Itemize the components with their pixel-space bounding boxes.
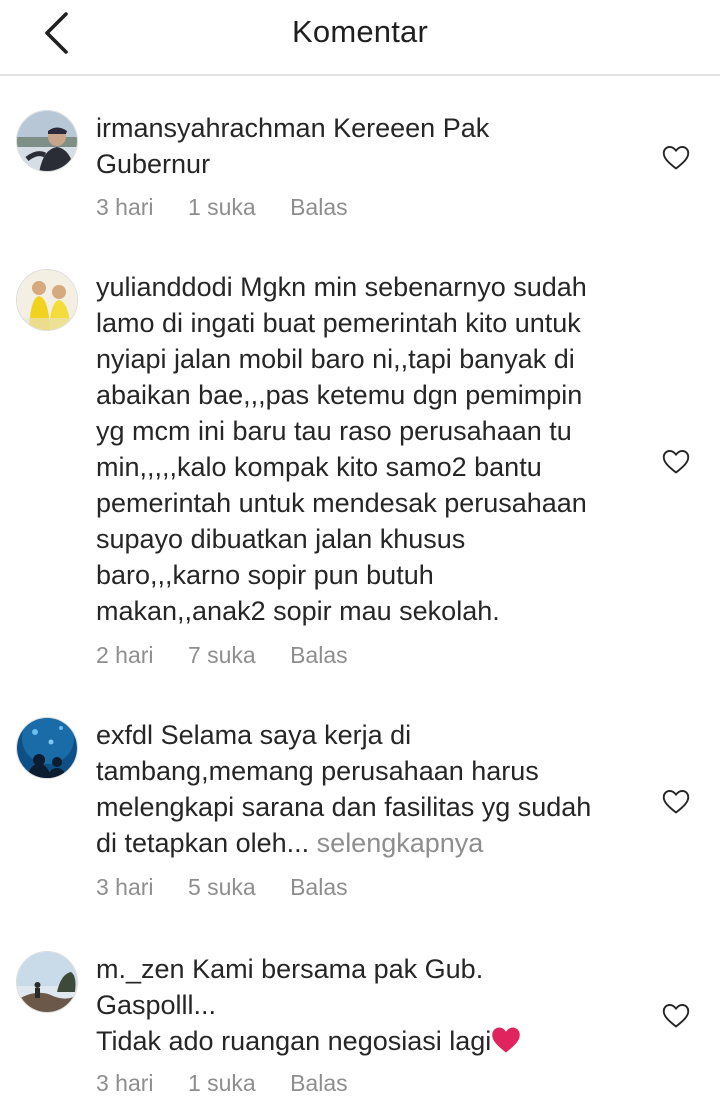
comment-meta: 3 hari 1 suka Balas: [96, 194, 376, 221]
reply-button[interactable]: Balas: [290, 642, 348, 669]
comment-text: m._zen Kami bersama pak Gub. Gaspolll...…: [96, 951, 656, 1059]
comment-line: nyiapi jalan mobil baro ni,,tapi banyak …: [96, 344, 575, 374]
comment-line: Mgkn min sebenarnyo sudah: [240, 272, 587, 302]
comment-line: melengkapi sarana dan fasilitas yg sudah: [96, 792, 592, 822]
comment-line: baro,,,karno sopir pun butuh: [96, 560, 434, 590]
comment-meta: 3 hari 1 suka Balas: [96, 1070, 376, 1097]
heart-outline-icon[interactable]: [662, 449, 690, 475]
comment-line: Selama saya kerja di: [160, 720, 412, 750]
comment-line: lamo di ingati buat pemerintah kito untu…: [96, 308, 581, 338]
avatar[interactable]: [16, 269, 78, 331]
avatar[interactable]: [16, 110, 78, 172]
reply-button[interactable]: Balas: [290, 1070, 348, 1097]
page-title: Komentar: [292, 14, 428, 49]
comment-line: abaikan bae,,,pas ketemu dgn pemimpin: [96, 380, 583, 410]
reply-button[interactable]: Balas: [290, 194, 348, 221]
heart-outline-icon[interactable]: [662, 145, 690, 171]
comment-time: 3 hari: [96, 1070, 154, 1096]
comment-meta: 3 hari 5 suka Balas: [96, 874, 376, 901]
reply-button[interactable]: Balas: [290, 874, 348, 901]
comment-username[interactable]: m._zen: [96, 954, 185, 984]
avatar[interactable]: [16, 951, 78, 1013]
see-more-link[interactable]: selengkapnya: [317, 828, 484, 858]
comment-line: pemerintah untuk mendesak perusahaan: [96, 488, 587, 518]
comment-username[interactable]: irmansyahrachman: [96, 113, 326, 143]
red-heart-icon: [492, 1027, 521, 1053]
heart-outline-icon[interactable]: [662, 1003, 690, 1029]
comment-like-count[interactable]: 7 suka: [188, 642, 256, 669]
comment-line: Kereeen Pak: [333, 113, 490, 143]
comment-username[interactable]: exfdl: [96, 720, 153, 750]
comment-line: Gubernur: [96, 149, 211, 179]
comment-line: yg mcm ini baru tau raso perusahaan tu: [96, 416, 572, 446]
heart-outline-icon[interactable]: [662, 789, 690, 815]
comment-line: di tetapkan oleh...: [96, 828, 310, 858]
comment-line: tambang,memang perusahaan harus: [96, 756, 539, 786]
comment-like-count[interactable]: 1 suka: [188, 194, 256, 221]
comment-username[interactable]: yulianddodi: [96, 272, 233, 302]
comment-like-count[interactable]: 1 suka: [188, 1070, 256, 1097]
comment-text: exfdl Selama saya kerja di tambang,meman…: [96, 717, 656, 861]
comment-line: Gaspolll...: [96, 990, 217, 1020]
comment-time: 3 hari: [96, 194, 154, 220]
comment-line: Tidak ado ruangan negosiasi lagi: [96, 1026, 492, 1056]
comment-line: Kami bersama pak Gub.: [192, 954, 484, 984]
avatar[interactable]: [16, 717, 78, 779]
comment-text: irmansyahrachman Kereeen Pak Gubernur: [96, 110, 656, 182]
comment-text: yulianddodi Mgkn min sebenarnyo sudah la…: [96, 269, 656, 629]
comment-like-count[interactable]: 5 suka: [188, 874, 256, 901]
comment-time: 2 hari: [96, 642, 154, 668]
comment-meta: 2 hari 7 suka Balas: [96, 642, 376, 669]
comment-line: supayo dibuatkan jalan khusus: [96, 524, 466, 554]
comment-line: makan,,anak2 sopir mau sekolah.: [96, 596, 500, 626]
header-bar: Komentar: [0, 0, 720, 76]
comment-time: 3 hari: [96, 874, 154, 900]
comment-line: min,,,,,kalo kompak kito samo2 bantu: [96, 452, 542, 482]
